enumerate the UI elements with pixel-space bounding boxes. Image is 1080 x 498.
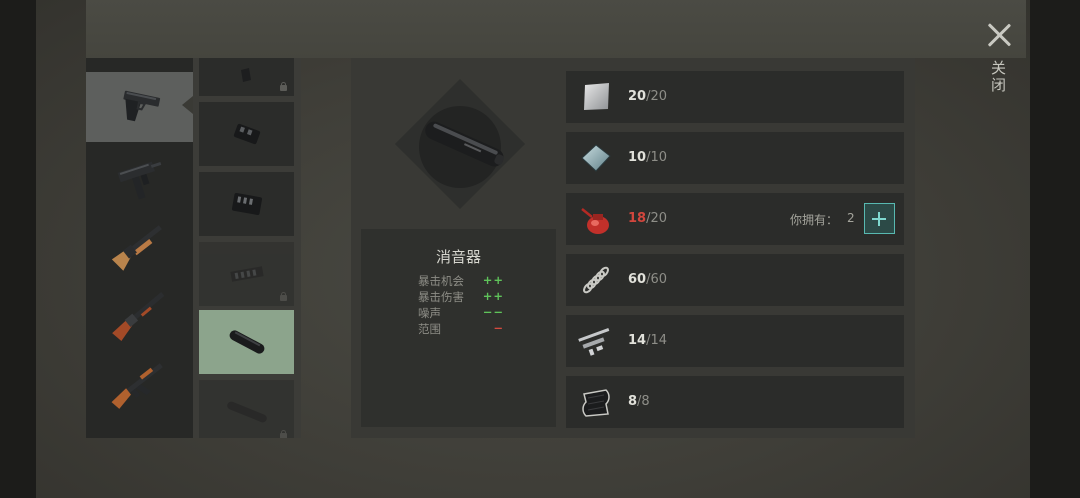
pistol-icon <box>122 90 160 122</box>
double-barrel-icon <box>111 291 164 341</box>
part-row-spring: 60/60 <box>566 254 904 306</box>
part-row-gun-parts: 14/14 <box>566 315 904 367</box>
grip-icon <box>240 68 251 82</box>
stat-row: 噪声 −− <box>418 305 504 321</box>
part-row-glass-plate: 10/10 <box>566 132 904 184</box>
right-border <box>1030 0 1080 498</box>
stat-value: ++ <box>482 289 504 303</box>
weapon-item-pistol[interactable] <box>86 72 193 142</box>
assault-rifle-icon <box>111 362 163 409</box>
part-count: 20/20 <box>628 89 668 104</box>
stat-row: 范围 − <box>418 321 504 337</box>
lock-icon <box>279 82 288 91</box>
weapon-item-double-barrel[interactable] <box>86 280 193 350</box>
top-band <box>86 0 1026 58</box>
muzzle-brake-large-icon <box>231 193 262 215</box>
metal-plate-icon <box>584 83 609 110</box>
attachment-item-grip[interactable] <box>199 58 294 96</box>
spring-icon <box>583 266 609 294</box>
compensator-icon <box>229 266 264 282</box>
oil-can-icon <box>581 208 609 234</box>
part-count: 10/10 <box>628 150 668 165</box>
close-button[interactable] <box>986 22 1012 48</box>
carbon-sheet-icon <box>582 389 610 417</box>
part-count: 60/60 <box>628 272 668 287</box>
selection-arrow <box>182 96 193 114</box>
stat-row: 暴击伤害 ++ <box>418 289 504 305</box>
attachment-item-long-silencer[interactable] <box>199 380 294 438</box>
stat-value: − <box>493 321 504 335</box>
silencer-preview-icon <box>425 121 504 167</box>
shotgun-icon <box>111 224 162 271</box>
attachment-item-compensator[interactable] <box>199 242 294 306</box>
part-count: 18/20 <box>628 211 668 226</box>
weapon-list[interactable] <box>86 58 193 438</box>
stat-value: −− <box>482 305 504 319</box>
stat-label: 暴击伤害 <box>418 290 464 304</box>
stat-row: 暴击机会 ++ <box>418 273 504 289</box>
add-part-button[interactable] <box>864 203 895 234</box>
owned-label: 你拥有： <box>790 213 839 227</box>
stat-label: 范围 <box>418 322 441 336</box>
attachment-list[interactable] <box>193 58 301 438</box>
weapon-item-shotgun[interactable] <box>86 210 193 280</box>
part-row-carbon-sheet: 8/8 <box>566 376 904 428</box>
gun-parts-icon <box>578 328 610 356</box>
weapon-item-uzi[interactable] <box>86 142 193 212</box>
part-count: 8/8 <box>628 394 650 409</box>
attachment-item-silencer[interactable] <box>199 310 294 374</box>
stat-label: 暴击机会 <box>418 274 464 288</box>
muzzle-brake-icon <box>233 123 260 145</box>
part-row-metal-plate: 20/20 <box>566 71 904 123</box>
attachment-item-muzzle-brake-large[interactable] <box>199 172 294 236</box>
silencer-icon <box>229 330 264 354</box>
weapon-item-partial[interactable] <box>86 418 193 438</box>
left-border <box>0 0 36 498</box>
uzi-icon <box>117 161 161 199</box>
stat-label: 噪声 <box>418 306 441 320</box>
close-label[interactable]: 关闭 <box>989 60 1009 94</box>
part-row-oil-can: 18/20 你拥有： 2 <box>566 193 904 245</box>
part-count: 14/14 <box>628 333 668 348</box>
lock-icon <box>279 430 288 438</box>
lock-icon <box>279 292 288 301</box>
glass-plate-icon <box>581 144 611 172</box>
attachment-item-muzzle-brake-small[interactable] <box>199 102 294 166</box>
weapon-item-assault-rifle[interactable] <box>86 350 193 420</box>
stat-value: ++ <box>482 273 504 287</box>
long-silencer-icon <box>226 401 267 423</box>
item-title: 消音器 <box>435 248 481 266</box>
owned-count: 2 <box>847 211 855 225</box>
